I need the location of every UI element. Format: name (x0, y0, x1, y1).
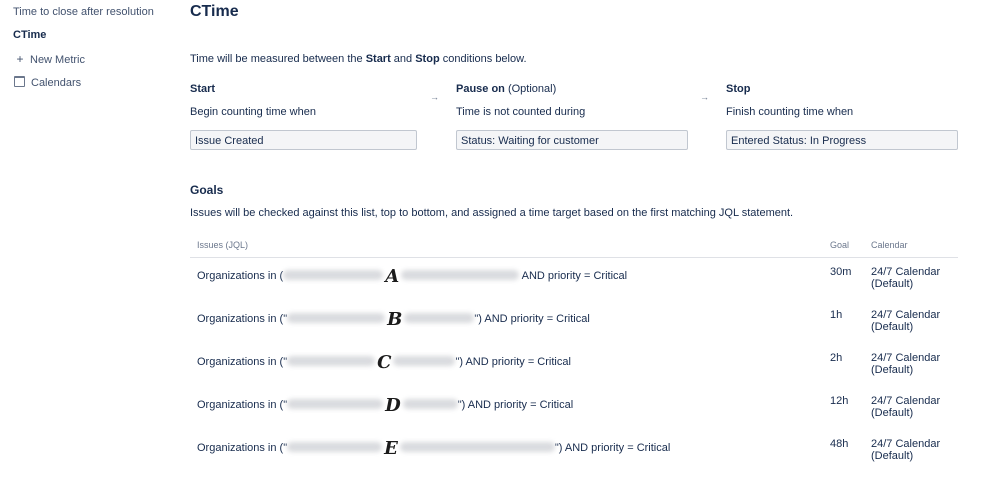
sidebar-item-label: New Metric (30, 54, 86, 66)
jql-prefix: Organizations in (" (197, 356, 288, 368)
goals-table: Issues (JQL) Goal Calendar Organizations… (190, 233, 958, 473)
redacted-text (393, 356, 456, 366)
jql-suffix: AND priority = Critical (519, 270, 628, 282)
stop-subheading: Finish counting time when (726, 106, 854, 118)
jql-prefix: Organizations in (" (197, 399, 288, 411)
goal-cell: 48h (830, 438, 849, 450)
jql-prefix: Organizations in (" (197, 313, 288, 325)
start-subheading: Begin counting time when (190, 106, 316, 118)
redacted-text (402, 399, 458, 409)
sidebar-item-label: CTime (13, 29, 47, 41)
start-heading: Start (190, 83, 216, 95)
column-header-issues-label: Issues (197, 240, 224, 250)
table-row[interactable]: Organizations in (" B ") AND priority = Cr… (190, 301, 958, 344)
redacted-text (401, 270, 520, 280)
jql-cell: Organizations in ( A AND priority = Criti… (190, 258, 823, 302)
sidebar-item-label: Calendars (31, 77, 82, 89)
intro-start: Start (365, 53, 391, 65)
goal-cell: 2h (830, 352, 843, 364)
calendar-cell: 24/7 Calendar (Default) (871, 395, 941, 419)
column-header-issues-sub: (JQL) (225, 240, 249, 250)
jql-cell: Organizations in (" B ") AND priority = Cr… (190, 301, 823, 344)
pause-condition: Pause on (Optional) Time is not counted … (456, 83, 688, 150)
redacted-text (287, 399, 384, 409)
handwritten-label: E (384, 438, 398, 459)
redacted-text (399, 442, 555, 452)
calendar-cell: 24/7 Calendar (Default) (871, 352, 941, 376)
goal-cell: 12h (830, 395, 849, 407)
sidebar-item-label: Time to close after resolution (13, 6, 154, 18)
jql-suffix: ") AND priority = Critical (455, 356, 571, 368)
main-content: CTime Time will be measured between the … (190, 0, 980, 481)
redacted-text (283, 270, 384, 280)
redacted-text (287, 442, 383, 452)
stop-field[interactable]: Entered Status: In Progress (726, 130, 958, 150)
redacted-text (287, 313, 386, 323)
intro-and: and (390, 53, 416, 65)
arrow-icon: → (700, 92, 709, 102)
jql-prefix: Organizations in (" (197, 442, 288, 454)
sidebar-item-new-metric[interactable]: + New Metric (14, 52, 85, 66)
intro-stop: Stop (415, 53, 440, 65)
pause-optional-label: (Optional) (504, 83, 557, 95)
column-header-issues: Issues (JQL) (190, 233, 823, 258)
goals-heading: Goals (190, 183, 224, 197)
redacted-text (404, 313, 475, 323)
column-header-calendar: Calendar (864, 233, 958, 258)
jql-suffix: ") AND priority = Critical (554, 442, 671, 454)
start-condition: Start Begin counting time when Issue Cre… (190, 83, 417, 150)
sidebar-item-time-to-close[interactable]: Time to close after resolution (13, 6, 154, 18)
goals-table-header: Issues (JQL) Goal Calendar (190, 233, 958, 258)
arrow-icon: → (430, 92, 439, 102)
goal-cell: 30m (830, 266, 852, 278)
jql-suffix: ") AND priority = Critical (474, 313, 590, 325)
start-field[interactable]: Issue Created (190, 130, 417, 150)
pause-subheading: Time is not counted during (456, 106, 586, 118)
stop-condition: Stop Finish counting time when Entered S… (726, 83, 958, 150)
calendar-cell: 24/7 Calendar (Default) (871, 438, 941, 462)
jql-suffix: ") AND priority = Critical (457, 399, 574, 411)
column-header-goal: Goal (823, 233, 864, 258)
handwritten-label: D (385, 395, 401, 416)
jql-cell: Organizations in (" D ") AND priority = Cr… (190, 387, 823, 430)
sidebar-item-ctime[interactable]: CTime (13, 29, 46, 41)
calendar-icon (14, 76, 25, 87)
handwritten-label: B (387, 309, 403, 330)
intro-prefix: Time will be measured between the (190, 53, 366, 65)
jql-cell: Organizations in (" C ") AND priority = Cr… (190, 344, 823, 387)
pause-heading: Pause on (Optional) (456, 83, 688, 97)
handwritten-label: A (385, 266, 400, 287)
stop-heading: Stop (726, 83, 751, 95)
redacted-text (287, 356, 376, 366)
jql-prefix: Organizations in ( (197, 270, 284, 282)
table-row[interactable]: Organizations in (" C ") AND priority = Cr… (190, 344, 958, 387)
page-title: CTime (190, 3, 239, 20)
intro-text: Time will be measured between the Start … (190, 53, 527, 65)
goals-description: Issues will be checked against this list… (190, 207, 794, 219)
pause-heading-label: Pause on (456, 83, 505, 95)
handwritten-label: C (377, 352, 392, 373)
table-row[interactable]: Organizations in (" D ") AND priority = Cr… (190, 387, 958, 430)
calendar-cell: 24/7 Calendar (Default) (871, 309, 941, 333)
sidebar-item-calendars[interactable]: Calendars (14, 76, 81, 89)
table-row[interactable]: Organizations in (" E ") AND priority = Cr… (190, 430, 958, 473)
table-row[interactable]: Organizations in ( A AND priority = Criti… (190, 258, 958, 302)
goal-cell: 1h (830, 309, 843, 321)
intro-suffix: conditions below. (439, 53, 527, 65)
pause-field[interactable]: Status: Waiting for customer (456, 130, 688, 150)
plus-icon: + (16, 52, 24, 66)
jql-cell: Organizations in (" E ") AND priority = Cr… (190, 430, 823, 473)
calendar-cell: 24/7 Calendar (Default) (871, 266, 941, 290)
